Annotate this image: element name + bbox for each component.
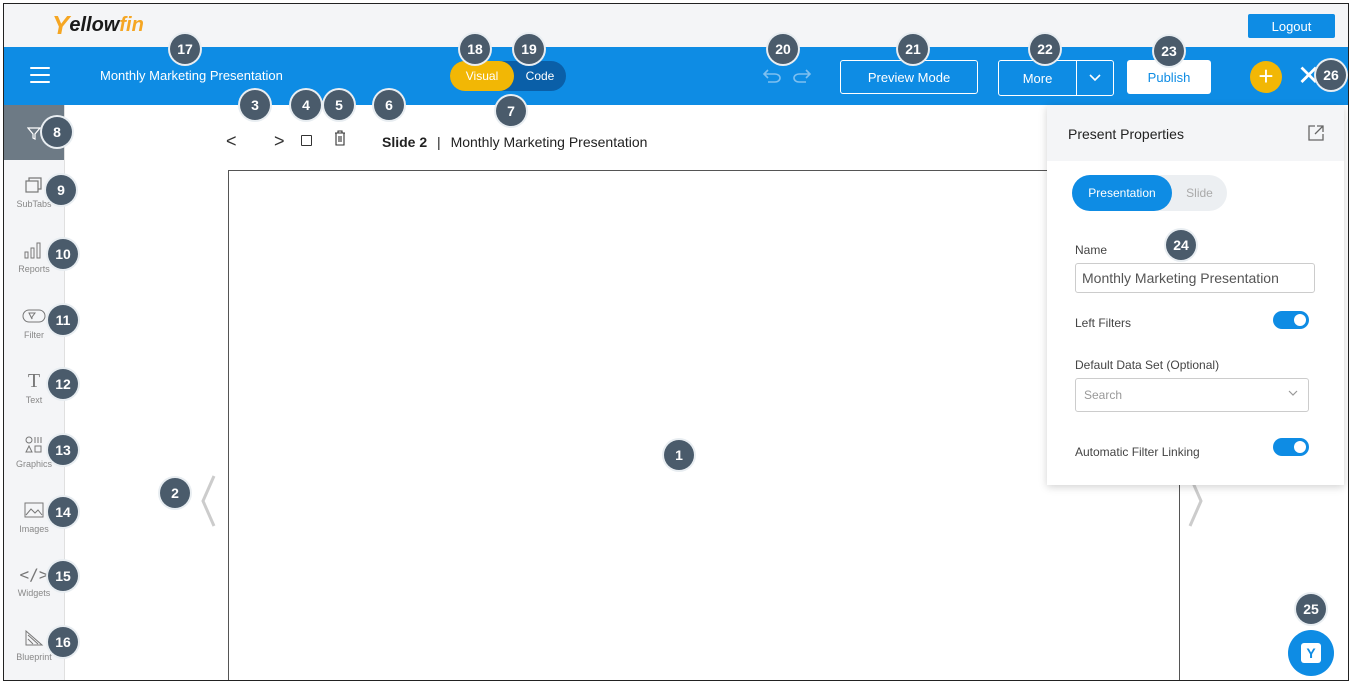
callout-badge: 11: [48, 305, 78, 335]
undo-icon[interactable]: [762, 66, 782, 89]
breadcrumb-separator: |: [437, 134, 441, 150]
sidebar-item-label: Reports: [18, 264, 50, 274]
callout-badge: 8: [42, 117, 72, 147]
hamburger-menu-icon[interactable]: [30, 67, 50, 83]
funnel-icon: [27, 126, 41, 140]
callout-badge: 18: [460, 34, 490, 64]
popout-icon[interactable]: [1307, 124, 1325, 147]
callout-badge: 20: [768, 34, 798, 64]
image-icon: [24, 498, 44, 522]
callout-badge: 3: [240, 90, 270, 120]
callout-badge: 15: [48, 561, 78, 591]
tab-slide[interactable]: Slide: [1172, 175, 1227, 211]
chevron-down-icon[interactable]: [1077, 61, 1113, 95]
more-menu: More: [998, 60, 1114, 96]
app-frame: Yellowfin Logout Monthly Marketing Prese…: [3, 3, 1349, 681]
callout-badge: 4: [291, 90, 321, 120]
filter-widget-icon: [22, 304, 46, 328]
text-icon: T: [27, 369, 41, 392]
panel-title: Present Properties: [1068, 126, 1184, 142]
sidebar-item-label: Blueprint: [16, 652, 52, 662]
callout-badge: 5: [324, 90, 354, 120]
auto-link-label: Automatic Filter Linking: [1075, 445, 1200, 459]
main-toolbar: Monthly Marketing Presentation Visual Co…: [4, 47, 1348, 105]
more-button[interactable]: More: [999, 61, 1077, 95]
redo-icon[interactable]: [792, 66, 812, 89]
auto-link-toggle[interactable]: [1273, 438, 1309, 456]
callout-badge: 13: [48, 435, 78, 465]
sidebar-item-label: Graphics: [15, 459, 52, 469]
present-properties-panel: Present Properties Presentation Slide Na…: [1047, 105, 1344, 485]
document-title: Monthly Marketing Presentation: [100, 68, 283, 83]
name-field[interactable]: [1075, 263, 1315, 293]
callout-badge: 6: [374, 90, 404, 120]
sidebar-item-label: Images: [19, 524, 49, 534]
callout-badge: 7: [496, 96, 526, 126]
panel-header: Present Properties: [1047, 105, 1344, 161]
slide-title: Monthly Marketing Presentation: [450, 134, 648, 150]
blueprint-icon: [24, 626, 44, 650]
duplicate-slide-icon[interactable]: [301, 135, 312, 146]
chevron-left-icon[interactable]: [200, 474, 216, 533]
dataset-select[interactable]: Search: [1075, 378, 1309, 412]
dataset-placeholder: Search: [1084, 388, 1123, 402]
subtabs-icon: [24, 173, 44, 197]
sidebar-item-label: SubTabs: [16, 199, 52, 209]
previous-slide-button[interactable]: <: [226, 131, 237, 152]
properties-tabs: Presentation Slide: [1072, 175, 1227, 211]
preview-mode-button[interactable]: Preview Mode: [840, 60, 978, 94]
name-label: Name: [1075, 243, 1108, 257]
visual-code-toggle: Visual Code: [450, 61, 566, 91]
callout-badge: 14: [48, 497, 78, 527]
callout-badge: 26: [1316, 60, 1346, 90]
callout-badge: 16: [48, 627, 78, 657]
slide-canvas[interactable]: [228, 170, 1180, 680]
callout-badge: 24: [1166, 230, 1196, 260]
add-plus-icon[interactable]: +: [1250, 61, 1282, 93]
delete-slide-icon[interactable]: [334, 130, 346, 151]
callout-badge: 9: [46, 175, 76, 205]
top-strip: Yellowfin Logout: [4, 4, 1348, 47]
callout-badge: 21: [898, 34, 928, 64]
next-slide-button[interactable]: >: [274, 131, 285, 152]
callout-badge: 1: [664, 440, 694, 470]
chat-help-button[interactable]: Y: [1288, 630, 1334, 676]
slide-breadcrumb: Slide 2 | Monthly Marketing Presentation: [382, 134, 647, 150]
dataset-label: Default Data Set (Optional): [1075, 358, 1220, 372]
yellowfin-chat-icon: Y: [1301, 643, 1321, 663]
slide-number: Slide 2: [382, 134, 428, 150]
left-filters-label: Left Filters: [1075, 316, 1132, 330]
code-mode-button[interactable]: Code: [514, 61, 566, 91]
callout-badge: 10: [48, 239, 78, 269]
callout-badge: 17: [170, 34, 200, 64]
sidebar-item-label: Filter: [24, 330, 44, 340]
callout-badge: 23: [1154, 36, 1184, 66]
callout-badge: 2: [160, 478, 190, 508]
sidebar-item-label: Widgets: [17, 588, 51, 598]
chevron-down-icon: [1288, 390, 1298, 396]
tab-presentation[interactable]: Presentation: [1072, 175, 1172, 211]
callout-badge: 22: [1030, 34, 1060, 64]
sidebar-item-label: Text: [25, 395, 43, 405]
visual-mode-button[interactable]: Visual: [450, 61, 514, 91]
yellowfin-logo: Yellowfin: [52, 9, 144, 40]
callout-badge: 25: [1296, 594, 1326, 624]
logout-button[interactable]: Logout: [1248, 14, 1335, 38]
callout-badge: 12: [48, 369, 78, 399]
bar-chart-icon: [23, 238, 45, 262]
left-filters-toggle[interactable]: [1273, 311, 1309, 329]
code-icon: </>: [19, 564, 49, 584]
shapes-icon: [24, 433, 44, 457]
callout-badge: 19: [514, 34, 544, 64]
